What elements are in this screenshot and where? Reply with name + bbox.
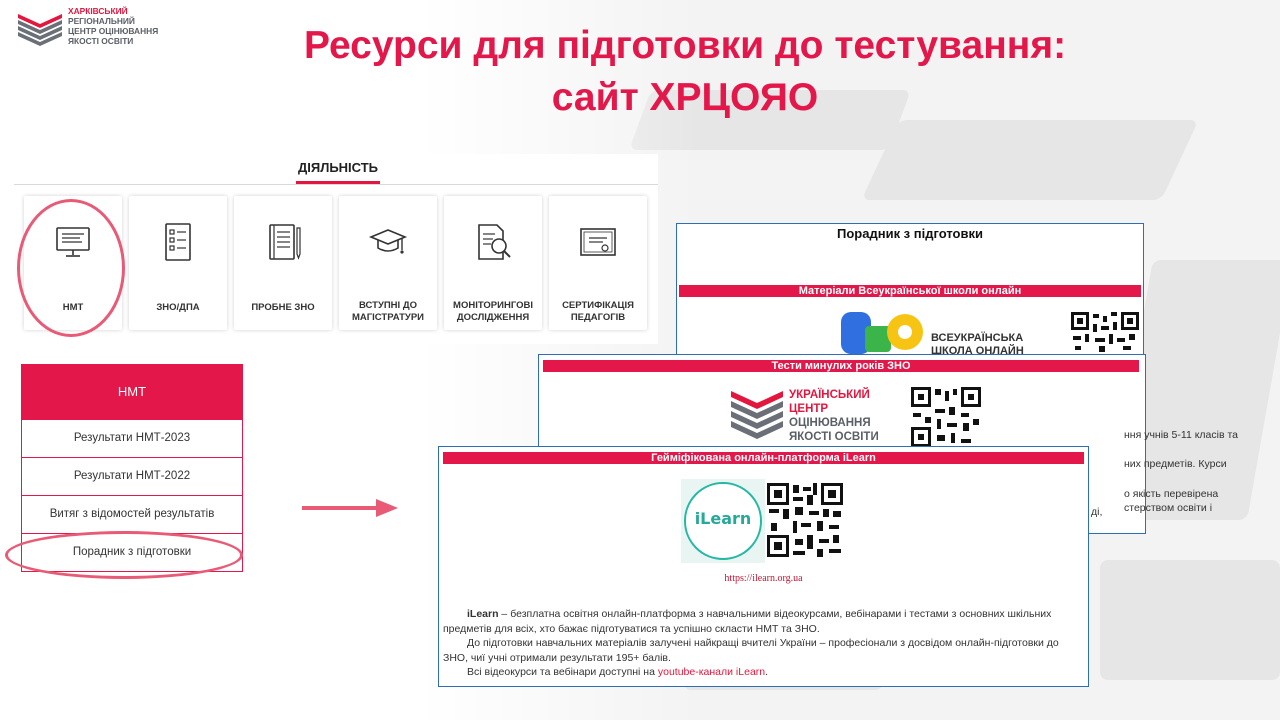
activity-card-teacher-certification[interactable]: СЕРТИФІКАЦІЯ ПЕДАГОГІВ	[549, 196, 647, 330]
guide-text-peek-1: ння учнів 5-11 класів та	[1124, 429, 1238, 441]
slide-title: Ресурси для підготовки до тестування: са…	[0, 20, 1280, 124]
nmt-menu-item-results-2022[interactable]: Результати НМТ-2022	[21, 458, 243, 496]
ilearn-page-screenshot: Гейміфікована онлайн-платформа iLearn iL…	[438, 446, 1089, 687]
guide-text-peek-5: ді,	[1091, 506, 1103, 518]
ucoyo-line-1: УКРАЇНСЬКИЙ	[789, 389, 870, 401]
activity-card-zno-dpa[interactable]: ЗНО/ДПА	[129, 196, 227, 330]
activities-heading: ДІЯЛЬНІСТЬ	[296, 160, 380, 184]
guide-page-screenshot: Порадник з підготовки Матеріали Всеукраї…	[676, 223, 1144, 357]
ucoyo-line-4: ЯКОСТІ ОСВІТИ	[789, 431, 879, 443]
ucoyo-line-3: ОЦІНЮВАННЯ	[789, 417, 871, 429]
slide-title-line-1: Ресурси для підготовки до тестування:	[303, 24, 1067, 67]
ilearn-logo: iLearn	[681, 479, 765, 563]
slide-title-line-2: сайт ХРЦОЯО	[551, 76, 819, 119]
guide-text-peek-4: стерством освіти і	[1124, 502, 1213, 514]
activity-label-trial-zno: ПРОБНЕ ЗНО	[251, 302, 315, 313]
ilearn-paragraph-3-suffix: .	[765, 666, 769, 679]
ucoyo-logo-text: УКРАЇНСЬКИЙ ЦЕНТР ОЦІНЮВАННЯ ЯКОСТІ ОСВІ…	[789, 388, 879, 444]
activities-divider	[14, 184, 658, 185]
highlight-circle-nmt	[17, 199, 125, 337]
ilearn-paragraph-1: – безплатна освітня онлайн-платформа з н…	[443, 608, 1052, 635]
activity-label-masters-entry: ВСТУПНІ ДО МАГІСТРАТУРИ	[352, 300, 424, 323]
ilearn-url-link[interactable]: https://ilearn.org.ua	[439, 573, 1088, 584]
vso-text-line-1: ВСЕУКРАЇНСЬКА	[931, 332, 1024, 344]
nmt-menu-heading: НМТ	[21, 364, 243, 420]
tests-band: Тести минулих років ЗНО	[543, 360, 1139, 372]
highlight-circle-guide	[5, 531, 243, 579]
notebook-icon	[269, 224, 301, 260]
document-search-icon	[478, 224, 511, 260]
ilearn-logo-text: iLearn	[694, 509, 752, 528]
nmt-menu-item-results-extract[interactable]: Витяг з відомостей результатів	[21, 496, 243, 534]
ilearn-paragraph-2: До підготовки навчальних матеріалів залу…	[443, 637, 1059, 664]
qr-code-icon	[767, 483, 843, 557]
ilearn-band: Гейміфікована онлайн-платформа iLearn	[443, 452, 1084, 464]
ilearn-description: iLearn – безплатна освітня онлайн-платфо…	[443, 607, 1078, 680]
ucoyo-line-2: ЦЕНТР	[789, 403, 829, 415]
vso-logo-icon	[841, 312, 923, 354]
guide-text-peek-3: о якість перевірена	[1124, 488, 1219, 500]
activity-card-monitoring[interactable]: МОНІТОРИНГОВІ ДОСЛІДЖЕННЯ	[444, 196, 542, 330]
activity-label-zno-dpa: ЗНО/ДПА	[156, 302, 200, 313]
graduation-cap-icon	[368, 229, 408, 254]
nmt-menu-item-results-2023[interactable]: Результати НМТ-2023	[21, 420, 243, 458]
qr-code-icon	[1071, 312, 1139, 352]
guide-text-peek-2: них предметів. Курси	[1124, 458, 1227, 470]
ilearn-youtube-link[interactable]: youtube-канали iLearn	[658, 666, 765, 678]
ilearn-name: iLearn	[467, 608, 499, 620]
activity-label-teacher-certification: СЕРТИФІКАЦІЯ ПЕДАГОГІВ	[562, 300, 634, 323]
activity-card-masters-entry[interactable]: ВСТУПНІ ДО МАГІСТРАТУРИ	[339, 196, 437, 330]
certificate-icon	[580, 228, 616, 256]
activity-card-trial-zno[interactable]: ПРОБНЕ ЗНО	[234, 196, 332, 330]
logo-line-1: ХАРКІВСЬКИЙ	[68, 6, 128, 16]
arrow-right-icon	[302, 499, 398, 517]
checklist-icon	[165, 223, 191, 261]
guide-heading: Порадник з підготовки	[837, 226, 983, 241]
activity-label-monitoring: МОНІТОРИНГОВІ ДОСЛІДЖЕННЯ	[453, 300, 533, 323]
guide-band-vso: Матеріали Всеукраїнської школи онлайн	[679, 285, 1141, 297]
ilearn-paragraph-3-prefix: Всі відеокурси та вебінари доступні на	[467, 666, 658, 679]
qr-code-icon	[911, 387, 981, 447]
